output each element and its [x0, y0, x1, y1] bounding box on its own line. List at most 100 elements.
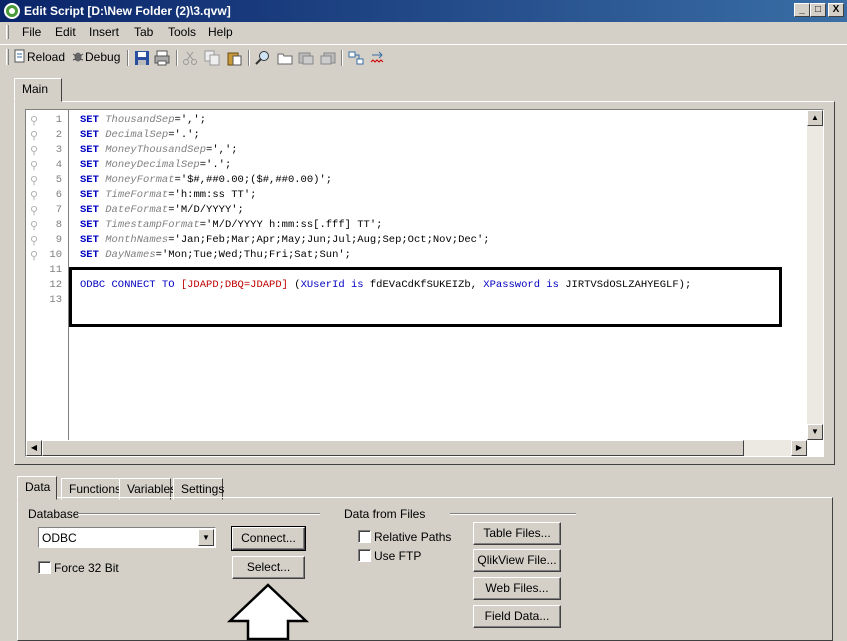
- syntax-check-icon[interactable]: [370, 50, 386, 66]
- table-files-button[interactable]: Table Files...: [473, 522, 561, 545]
- database-driver-select[interactable]: ODBC ▼: [38, 527, 216, 548]
- menu-help[interactable]: Help: [208, 25, 233, 39]
- code-text: SET TimestampFormat='M/D/YYYY h:mm:ss[.f…: [80, 219, 382, 231]
- qlikview-file-button[interactable]: QlikView File...: [473, 549, 561, 572]
- close-button[interactable]: X: [828, 3, 844, 17]
- tab-main[interactable]: Main: [14, 78, 62, 102]
- code-line[interactable]: ⚲ 7 SET DateFormat='M/D/YYYY';: [26, 204, 806, 219]
- vertical-scrollbar[interactable]: ▲ ▼: [807, 110, 823, 440]
- line-number: 7: [55, 204, 62, 216]
- toolbar-grip: [6, 49, 9, 65]
- use-ftp-label: Use FTP: [374, 549, 422, 563]
- code-line[interactable]: ⚲ 9 SET MonthNames='Jan;Feb;Mar;Apr;May;Ju…: [26, 234, 806, 249]
- script-editor[interactable]: ⚲ 1 SET ThousandSep=','; ⚲ 2 SET DecimalSep='…: [25, 109, 824, 457]
- code-line[interactable]: ⚲ 3 SET MoneyThousandSep=',';: [26, 144, 806, 159]
- data-from-files-group-title: Data from Files: [344, 507, 426, 521]
- code-token: SET: [80, 204, 106, 216]
- code-token: =',';: [174, 114, 207, 126]
- copy-icon[interactable]: [204, 50, 220, 66]
- annotation-up-arrow-icon: [226, 583, 310, 641]
- code-text: SET DateFormat='M/D/YYYY';: [80, 204, 244, 216]
- code-line[interactable]: ⚲ 10 SET DayNames='Mon;Tue;Wed;Thu;Fri;Sat…: [26, 249, 806, 264]
- code-token: ='M/D/YYYY';: [168, 204, 244, 216]
- files-group-line: [450, 513, 576, 515]
- field-data-button[interactable]: Field Data...: [473, 605, 561, 628]
- scroll-right-button[interactable]: ▶: [791, 440, 807, 456]
- code-token: =',';: [206, 144, 238, 156]
- reload-label: Reload: [27, 50, 66, 64]
- code-token: TimeFormat: [105, 189, 169, 201]
- horizontal-scroll-thumb[interactable]: [42, 440, 744, 456]
- horizontal-scrollbar[interactable]: ◀ ▶: [26, 440, 807, 456]
- cut-icon[interactable]: [182, 50, 198, 66]
- debug-label: Debug: [85, 50, 121, 64]
- select-button[interactable]: Select...: [232, 556, 305, 579]
- code-token: TimestampFormat: [105, 219, 200, 231]
- code-token: ThousandSep: [105, 114, 175, 126]
- relative-paths-checkbox[interactable]: [358, 530, 371, 543]
- tab-data[interactable]: Data: [17, 476, 57, 500]
- code-line[interactable]: ⚲ 6 SET TimeFormat='h:mm:ss TT';: [26, 189, 806, 204]
- reload-icon: [14, 49, 25, 63]
- maximize-button[interactable]: □: [810, 3, 826, 17]
- code-token: MoneyFormat: [105, 174, 175, 186]
- toolbar-separator: [176, 50, 178, 66]
- line-number: 13: [49, 294, 62, 306]
- code-text: SET DecimalSep='.';: [80, 129, 200, 141]
- table-viewer-icon[interactable]: [348, 50, 364, 66]
- paste-icon[interactable]: [226, 50, 242, 66]
- menu-insert[interactable]: Insert: [89, 25, 119, 39]
- code-token: MoneyDecimalSep: [105, 159, 200, 171]
- menu-file[interactable]: File: [22, 25, 41, 39]
- code-line[interactable]: ⚲ 8 SET TimestampFormat='M/D/YYYY h:mm:ss[…: [26, 219, 806, 234]
- code-token: SET: [80, 189, 106, 201]
- scroll-up-button[interactable]: ▲: [807, 110, 823, 126]
- code-token: ='.';: [168, 129, 200, 141]
- code-token: SET: [80, 174, 106, 186]
- code-token: SET: [80, 219, 106, 231]
- use-ftp-checkbox[interactable]: [358, 549, 371, 562]
- code-token: ='$#,##0.00;($#,##0.00)';: [174, 174, 333, 186]
- line-number: 2: [55, 129, 62, 141]
- code-text: SET MonthNames='Jan;Feb;Mar;Apr;May;Jun;…: [80, 234, 490, 246]
- code-line[interactable]: ⚲ 4 SET MoneyDecimalSep='.';: [26, 159, 806, 174]
- minimize-button[interactable]: _: [794, 3, 810, 17]
- save-icon[interactable]: [134, 50, 150, 66]
- code-token: SET: [80, 249, 106, 261]
- code-text: SET ThousandSep=',';: [80, 114, 206, 126]
- menu-edit[interactable]: Edit: [55, 25, 76, 39]
- menu-grip: [6, 25, 9, 39]
- line-number: 4: [55, 159, 62, 171]
- toolbar-separator: [341, 50, 343, 66]
- outdent-icon[interactable]: [320, 50, 336, 66]
- find-icon[interactable]: [255, 50, 271, 66]
- toolbar-separator: [248, 50, 250, 66]
- code-line[interactable]: ⚲ 1 SET ThousandSep=',';: [26, 114, 806, 129]
- connect-button[interactable]: Connect...: [231, 526, 306, 551]
- menu-tab[interactable]: Tab: [134, 25, 153, 39]
- code-token: DateFormat: [105, 204, 169, 216]
- reload-button[interactable]: Reload: [13, 49, 65, 67]
- menu-tools[interactable]: Tools: [168, 25, 196, 39]
- open-folder-icon[interactable]: [277, 50, 293, 66]
- debug-bug-icon: [72, 52, 84, 62]
- indent-icon[interactable]: [298, 50, 314, 66]
- force-32-bit-label: Force 32 Bit: [54, 561, 119, 575]
- code-text: SET MoneyThousandSep=',';: [80, 144, 238, 156]
- print-icon[interactable]: [154, 50, 170, 66]
- code-token: SET: [80, 144, 106, 156]
- code-token: ='Jan;Feb;Mar;Apr;May;Jun;Jul;Aug;Sep;Oc…: [168, 234, 490, 246]
- code-token: ='Mon;Tue;Wed;Thu;Fri;Sat;Sun';: [155, 249, 351, 261]
- line-number: 6: [55, 189, 62, 201]
- web-files-button[interactable]: Web Files...: [473, 577, 561, 600]
- scroll-left-button[interactable]: ◀: [26, 440, 42, 456]
- title-bar: Edit Script [D:\New Folder (2)\3.qvw] _ …: [0, 0, 847, 22]
- scroll-down-button[interactable]: ▼: [807, 424, 823, 440]
- relative-paths-label: Relative Paths: [374, 530, 452, 544]
- debug-button[interactable]: Debug: [71, 49, 120, 67]
- code-line[interactable]: ⚲ 5 SET MoneyFormat='$#,##0.00;($#,##0.00)…: [26, 174, 806, 189]
- force-32-bit-checkbox[interactable]: [38, 561, 51, 574]
- highlight-box: [69, 267, 782, 327]
- chevron-down-icon[interactable]: ▼: [198, 529, 214, 546]
- code-line[interactable]: ⚲ 2 SET DecimalSep='.';: [26, 129, 806, 144]
